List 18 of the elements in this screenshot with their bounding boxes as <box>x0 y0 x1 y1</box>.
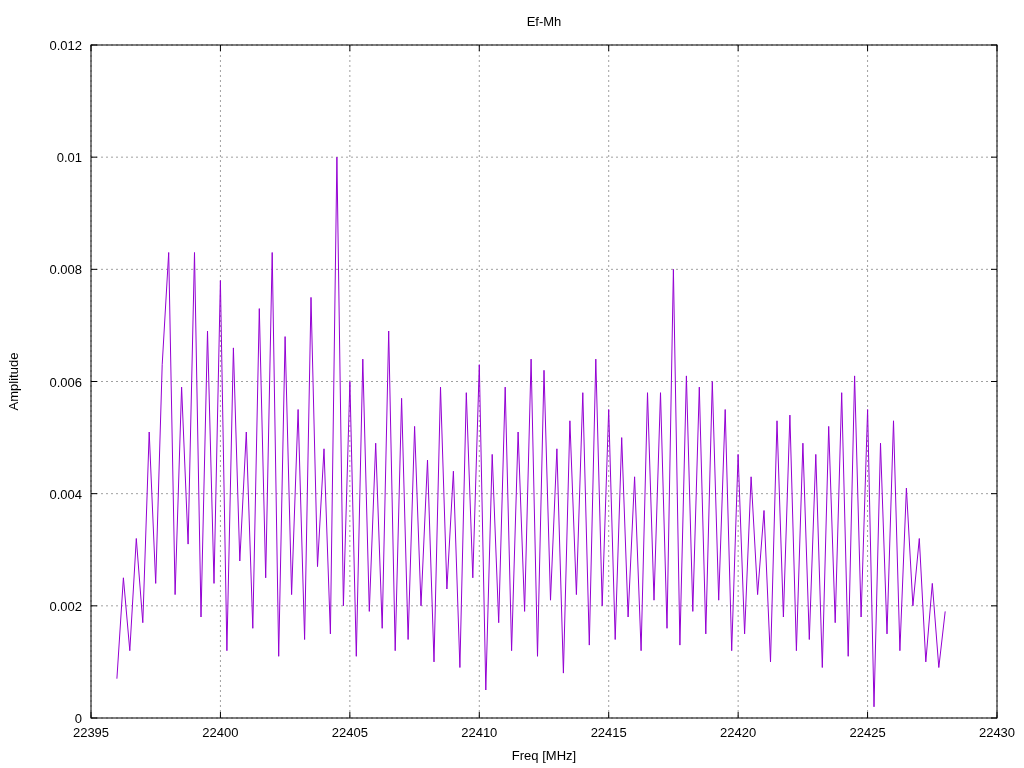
x-tick-label: 22400 <box>202 725 239 740</box>
x-tick-label: 22430 <box>978 725 1016 740</box>
x-tick-label: 22425 <box>849 725 886 740</box>
y-tick-label: 0.01 <box>56 150 82 166</box>
x-axis-label: Freq [MHz] <box>511 748 577 763</box>
y-tick-label: 0 <box>74 711 82 726</box>
y-tick-label: 0.012 <box>49 38 82 53</box>
y-axis-label: Amplitude <box>6 352 21 411</box>
y-tick-label: 0.006 <box>49 374 82 390</box>
y-tick-label: 0.002 <box>49 598 82 614</box>
y-tick-label: 0.004 <box>49 486 82 502</box>
chart-title: Ef-Mh <box>526 14 562 29</box>
x-tick-label: 22415 <box>590 725 627 740</box>
y-tick-label: 0.008 <box>49 262 82 278</box>
x-tick-label: 22405 <box>331 725 368 740</box>
x-tick-label: 22420 <box>720 725 757 740</box>
x-tick-label: 22395 <box>72 725 110 740</box>
x-tick-label: 22410 <box>461 725 498 740</box>
